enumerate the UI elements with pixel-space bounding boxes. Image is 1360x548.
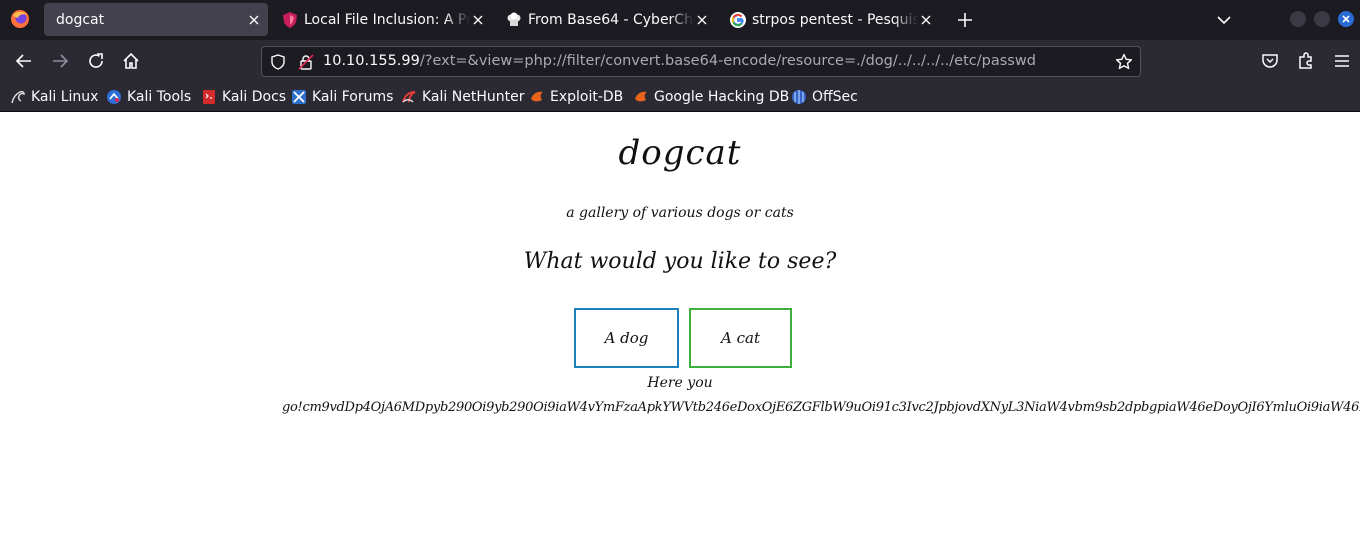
bookmarks-toolbar: Kali Linux Kali Tools Kali Docs Kali For… (0, 83, 1360, 112)
tab-cyberchef[interactable]: From Base64 - CyberChef (494, 3, 716, 36)
dog-button-label: A dog (604, 329, 649, 347)
tab-strip: dogcat Local File Inclusion: A Prac From… (0, 0, 1360, 40)
tab-google-search[interactable]: strpos pentest - Pesquisa (718, 3, 940, 36)
bookmark-label: Kali Forums (312, 89, 394, 105)
address-bar[interactable]: 10.10.155.99/?ext=&view=php://filter/con… (261, 46, 1141, 77)
bookmark-google-hacking-db[interactable]: Google Hacking DB (633, 87, 789, 107)
page-subtitle: a gallery of various dogs or cats (566, 205, 794, 221)
bookmark-label: Exploit-DB (550, 89, 624, 105)
bookmark-label: Kali NetHunter (422, 89, 525, 105)
kali-dragon-icon (10, 89, 26, 105)
close-tab-icon[interactable] (918, 12, 934, 28)
page-title: dogcat (618, 133, 742, 173)
bookmark-exploit-db[interactable]: Exploit-DB (529, 87, 623, 107)
bookmark-kali-nethunter[interactable]: Kali NetHunter (401, 87, 524, 107)
google-icon (730, 11, 746, 28)
bookmark-label: OffSec (812, 89, 858, 105)
close-window-icon (1342, 15, 1350, 23)
minimize-window-button[interactable] (1290, 11, 1306, 27)
bookmark-kali-tools[interactable]: Kali Tools (106, 87, 191, 107)
bookmark-label: Google Hacking DB (654, 89, 790, 105)
kali-tools-icon (106, 89, 122, 105)
tab-local-file-inclusion[interactable]: Local File Inclusion: A Prac (270, 3, 492, 36)
back-arrow-icon[interactable] (14, 51, 34, 71)
url-host: 10.10.155.99 (323, 53, 420, 69)
tab-title: Local File Inclusion: A Prac (304, 11, 470, 28)
bookmark-label: Kali Linux (31, 89, 99, 105)
bookmark-label: Kali Tools (127, 89, 192, 105)
dog-button[interactable]: A dog (574, 308, 679, 368)
extensions-puzzle-icon[interactable] (1296, 51, 1316, 71)
page-question: What would you like to see? (523, 249, 837, 274)
close-tab-icon[interactable] (470, 12, 486, 28)
firefox-menu-icon[interactable] (10, 9, 30, 29)
bookmark-kali-linux[interactable]: Kali Linux (10, 87, 98, 107)
home-icon[interactable] (121, 51, 141, 71)
url-text[interactable]: 10.10.155.99/?ext=&view=php://filter/con… (323, 53, 1036, 69)
reload-icon[interactable] (86, 51, 106, 71)
close-tab-icon[interactable] (694, 12, 710, 28)
hamburger-menu-icon[interactable] (1332, 51, 1352, 71)
url-path: /?ext=&view=php://filter/convert.base64-… (419, 53, 1036, 69)
close-tab-icon[interactable] (246, 12, 262, 28)
bookmark-kali-forums[interactable]: Kali Forums (291, 87, 393, 107)
tab-dogcat[interactable]: dogcat (44, 3, 268, 36)
insecure-lock-icon[interactable] (298, 54, 314, 70)
kali-forums-icon (291, 89, 307, 105)
maximize-window-button[interactable] (1314, 11, 1330, 27)
list-all-tabs-chevron-icon[interactable] (1214, 10, 1234, 30)
bookmark-star-icon[interactable] (1115, 53, 1133, 71)
close-window-button[interactable] (1338, 11, 1354, 27)
offsec-icon (791, 89, 807, 105)
cat-button[interactable]: A cat (689, 308, 792, 368)
navigation-toolbar: 10.10.155.99/?ext=&view=php://filter/con… (0, 40, 1360, 83)
nethunter-icon (401, 89, 417, 105)
shield-icon (282, 11, 298, 28)
bookmark-offsec[interactable]: OffSec (791, 87, 858, 107)
bookmark-label: Kali Docs (222, 89, 287, 105)
pocket-icon[interactable] (1260, 51, 1280, 71)
forward-arrow-icon[interactable] (50, 51, 70, 71)
tracking-protection-shield-icon[interactable] (270, 54, 286, 70)
exploit-db-icon (529, 89, 545, 105)
new-tab-plus-icon[interactable] (955, 10, 975, 30)
kali-docs-icon (201, 89, 217, 105)
here-you-text: Here you (647, 375, 713, 391)
tab-title: dogcat (56, 11, 105, 28)
tab-title: strpos pentest - Pesquisa (752, 11, 918, 28)
base64-output: go!cm9vdDp4OjA6MDpyb290Oi9yb290Oi9iaW4vY… (282, 400, 1360, 415)
tab-title: From Base64 - CyberChef (528, 11, 694, 28)
bookmark-kali-docs[interactable]: Kali Docs (201, 87, 286, 107)
cat-button-label: A cat (721, 329, 760, 347)
chef-hat-icon (506, 12, 522, 28)
page-content: dogcat a gallery of various dogs or cats… (0, 113, 1360, 548)
ghdb-icon (633, 89, 649, 105)
